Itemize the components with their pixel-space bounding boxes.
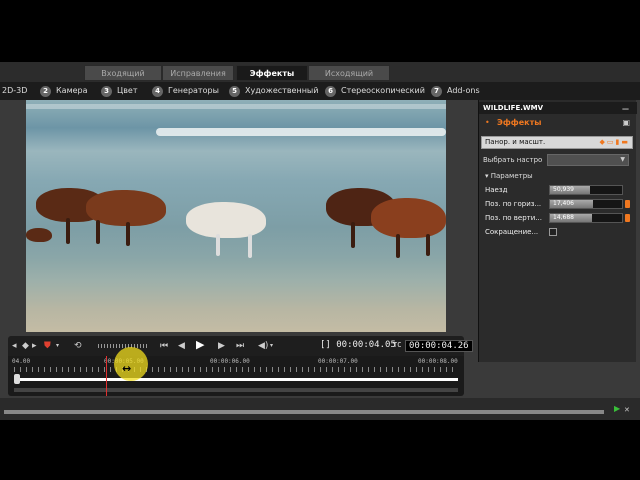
param-label-zoom: Наезд [485,186,508,194]
horse-leg [351,222,355,248]
keyframe-marker-icon[interactable] [625,214,630,222]
category-generators[interactable]: 4 Генераторы [152,85,219,97]
effect-item-pan-zoom[interactable]: Панор. и масшт. ◆▭▮▬ [481,136,633,149]
mini-timeline[interactable]: 04.00 00:00:05.00 00:00:06.00 00:00:07.0… [8,356,464,396]
clip-name: WILDLIFE.WMV [483,104,543,112]
category-number-badge: 4 [152,86,163,97]
category-number-badge: 7 [431,86,442,97]
go-to-start-icon[interactable]: ⏮ [160,340,168,352]
tab-effects[interactable]: Эффекты [236,65,308,81]
param-label-horizontal: Поз. по гориз... [485,200,542,208]
parameters-section[interactable]: ▾ Параметры [485,172,533,180]
effect-item-icons[interactable]: ◆▭▮▬ [600,137,630,148]
go-to-end-icon[interactable]: ⏭ [236,340,244,352]
tab-incoming-transition[interactable]: Входящий переход [84,65,162,94]
resize-cursor-icon: ↔ [122,362,132,375]
marker-menu-icon[interactable]: ▸ [32,340,37,352]
minimize-icon[interactable]: — [622,103,629,115]
timeline-tick-label: 00:00:08.00 [418,358,458,365]
category-number-badge: 2 [40,86,51,97]
param-slider-horizontal[interactable]: 17,406 [549,199,623,209]
effect-category-bar: 2D-3D 2 Камера 3 Цвет 4 Генераторы 5 Художес… [0,82,640,100]
keyframe-marker-icon[interactable] [625,200,630,208]
preview-area [0,100,478,332]
close-icon[interactable]: ✕ [624,406,630,414]
param-slider-vertical[interactable]: 14,688 [549,213,623,223]
bottom-scroll-strip: ▶ ✕ [0,398,640,420]
timeline-tick-label: 00:00:06.00 [210,358,250,365]
horse-leg [396,234,400,258]
horse-image [26,228,52,242]
transport-bar: ◂ ◆ ▸ ⛊ ▾ ⟲ ⏮ ◀ ▶ ▶ ⏭ ◀) ▾ [] 00:00:04.0… [8,336,473,356]
category-stereoscopic[interactable]: 6 Стереоскопический [325,85,425,97]
volume-dropdown-icon[interactable]: ▾ [270,340,273,352]
horse-leg [426,234,430,256]
horse-image [186,202,266,238]
category-number-badge: 6 [325,86,336,97]
play-icon[interactable]: ▶ [196,339,204,351]
add-marker-icon[interactable]: ◆ [22,340,29,352]
playhead[interactable] [106,356,107,396]
jog-wheel[interactable] [98,344,148,348]
marker-dropdown-icon[interactable]: ▾ [56,340,59,352]
save-icon[interactable]: ▣ [622,118,630,127]
category-add-ons[interactable]: 7 Add-ons [431,85,480,97]
preset-label: Выбрать настро [483,156,543,164]
category-camera[interactable]: 2 Камера [40,85,88,97]
param-value-horizontal: 17,406 [553,200,574,207]
category-number-badge: 3 [101,86,112,97]
bullet-icon: • [485,118,490,127]
prev-marker-icon[interactable]: ◂ [12,340,17,352]
horse-leg [66,218,70,244]
step-forward-icon[interactable]: ▶ [218,340,225,352]
letterbox-top [0,0,640,62]
timeline-scrollbar[interactable] [14,388,458,392]
category-color[interactable]: 3 Цвет [101,85,138,97]
step-back-icon[interactable]: ◀ [178,340,185,352]
timeline-ruler [14,367,458,372]
preset-dropdown[interactable]: ▼ [547,154,629,166]
effects-title: Эффекты [497,118,542,127]
category-artistic[interactable]: 5 Художественный [229,85,318,97]
panel-header: WILDLIFE.WMV — [479,102,637,114]
param-label-reduction: Сокращение... [485,228,539,236]
wave-foam [156,128,446,136]
surf-line [26,104,446,109]
category-number-badge: 5 [229,86,240,97]
horse-leg [248,234,252,258]
volume-icon[interactable]: ◀) [258,340,268,352]
horse-leg [126,222,130,246]
timeline-tick-label: 00:00:07.00 [318,358,358,365]
chevron-down-icon: ▼ [620,156,625,163]
param-label-vertical: Поз. по верти... [485,214,542,222]
param-value-zoom: 50,939 [553,186,574,193]
scrub-handle[interactable] [14,374,20,384]
editor-window: Входящий переход Исправления Эффекты Исх… [0,62,640,420]
param-value-vertical: 14,688 [553,214,574,221]
play-green-icon[interactable]: ▶ [614,404,620,413]
video-preview[interactable] [26,100,446,332]
tab-outgoing-transition[interactable]: Исходящий переход [308,65,390,94]
total-timecode[interactable]: 00:00:04.26 [405,340,473,352]
param-slider-zoom[interactable]: 50,939 [549,185,623,195]
horse-image [371,198,446,238]
effects-panel: WILDLIFE.WMV — • Эффекты ▣ Панор. и масш… [478,100,637,362]
reduction-checkbox[interactable] [549,228,557,236]
loop-icon[interactable]: ⟲ [74,340,82,352]
effects-tab-bar: Входящий переход Исправления Эффекты Исх… [0,62,640,94]
category-2d-3d[interactable]: 2D-3D [2,85,27,97]
tab-corrections[interactable]: Исправления [162,65,234,81]
marker-flag-icon[interactable]: ⛊ [44,340,51,352]
tc-label: TC [393,341,402,349]
horizontal-scrollbar[interactable] [4,410,604,414]
scrub-track[interactable] [14,378,458,381]
horse-leg [96,220,100,244]
timeline-tick-label: 04.00 [12,358,31,365]
current-timecode: [] 00:00:04.05 [320,340,396,350]
horse-leg [216,234,220,256]
